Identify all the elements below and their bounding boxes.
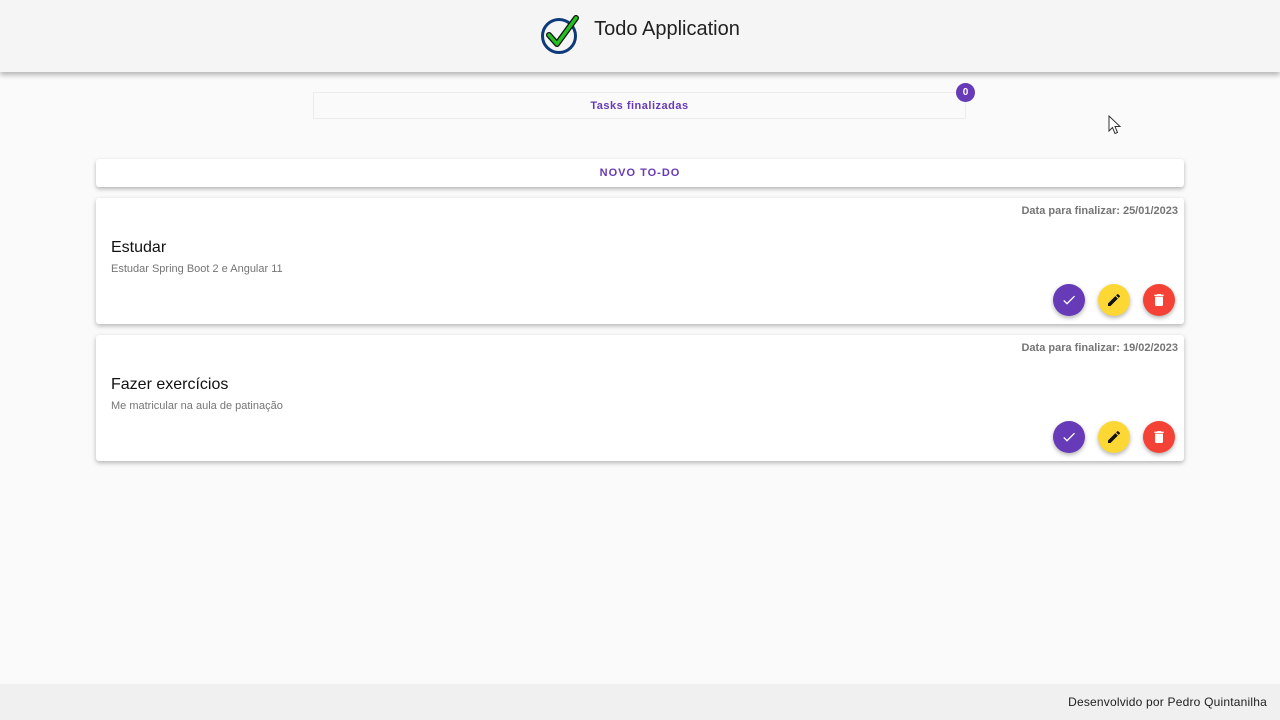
- finished-count-badge: 0: [956, 83, 975, 102]
- check-circle-icon: [541, 15, 580, 54]
- todo-card: Data para finalizar: 25/01/2023 Estudar …: [96, 198, 1184, 324]
- todo-due-date: Data para finalizar: 25/01/2023: [1021, 205, 1178, 217]
- edit-todo-button[interactable]: [1098, 284, 1130, 316]
- todo-title: Fazer exercícios: [111, 376, 229, 393]
- todo-due-date: Data para finalizar: 19/02/2023: [1021, 342, 1178, 354]
- finish-todo-button[interactable]: [1053, 284, 1085, 316]
- trash-icon: [1154, 294, 1164, 306]
- app-footer: Desenvolvido por Pedro Quintanilha: [0, 684, 1280, 720]
- todo-description: Estudar Spring Boot 2 e Angular 11: [111, 263, 283, 275]
- finish-todo-button[interactable]: [1053, 421, 1085, 453]
- todo-description: Me matricular na aula de patinação: [111, 400, 283, 412]
- app-title: Todo Application: [594, 17, 740, 40]
- finished-tasks-button[interactable]: Tasks finalizadas: [313, 92, 966, 119]
- check-icon: [1063, 432, 1075, 442]
- finished-tasks-label: Tasks finalizadas: [590, 99, 689, 112]
- todo-title: Estudar: [111, 239, 167, 256]
- app-header: Todo Application: [0, 0, 1280, 72]
- todo-card: Data para finalizar: 19/02/2023 Fazer ex…: [96, 335, 1184, 461]
- pencil-icon: [1108, 430, 1121, 443]
- delete-todo-button[interactable]: [1143, 284, 1175, 316]
- pencil-icon: [1108, 293, 1121, 306]
- delete-todo-button[interactable]: [1143, 421, 1175, 453]
- check-icon: [1063, 295, 1075, 305]
- new-todo-label: NOVO TO-DO: [599, 167, 681, 179]
- new-todo-button[interactable]: NOVO TO-DO: [96, 159, 1184, 187]
- footer-credit: Desenvolvido por Pedro Quintanilha: [1068, 695, 1267, 709]
- trash-icon: [1154, 431, 1164, 443]
- edit-todo-button[interactable]: [1098, 421, 1130, 453]
- mouse-cursor-icon: [1108, 115, 1122, 135]
